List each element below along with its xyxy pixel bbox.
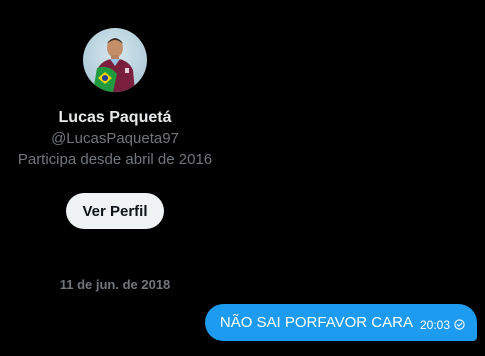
message-time: 20:03 (419, 317, 450, 332)
profile-joined-date: Participa desde abril de 2016 (17, 151, 213, 168)
profile-name: Lucas Paquetá (58, 109, 172, 126)
view-profile-button[interactable]: Ver Perfil (66, 193, 164, 229)
avatar[interactable] (83, 28, 147, 92)
profile-handle: @LucasPaqueta97 (51, 130, 179, 147)
date-separator: 11 de jun. de 2018 (59, 277, 171, 292)
sent-check-icon (454, 319, 465, 330)
profile-card: Lucas Paquetá @LucasPaqueta97 Participa … (0, 0, 230, 229)
message-text: NÃO SAI PORFAVOR CARA (219, 313, 413, 331)
message-bubble[interactable]: NÃO SAI PORFAVOR CARA 20:03 (204, 304, 477, 341)
avatar-photo (93, 38, 135, 92)
